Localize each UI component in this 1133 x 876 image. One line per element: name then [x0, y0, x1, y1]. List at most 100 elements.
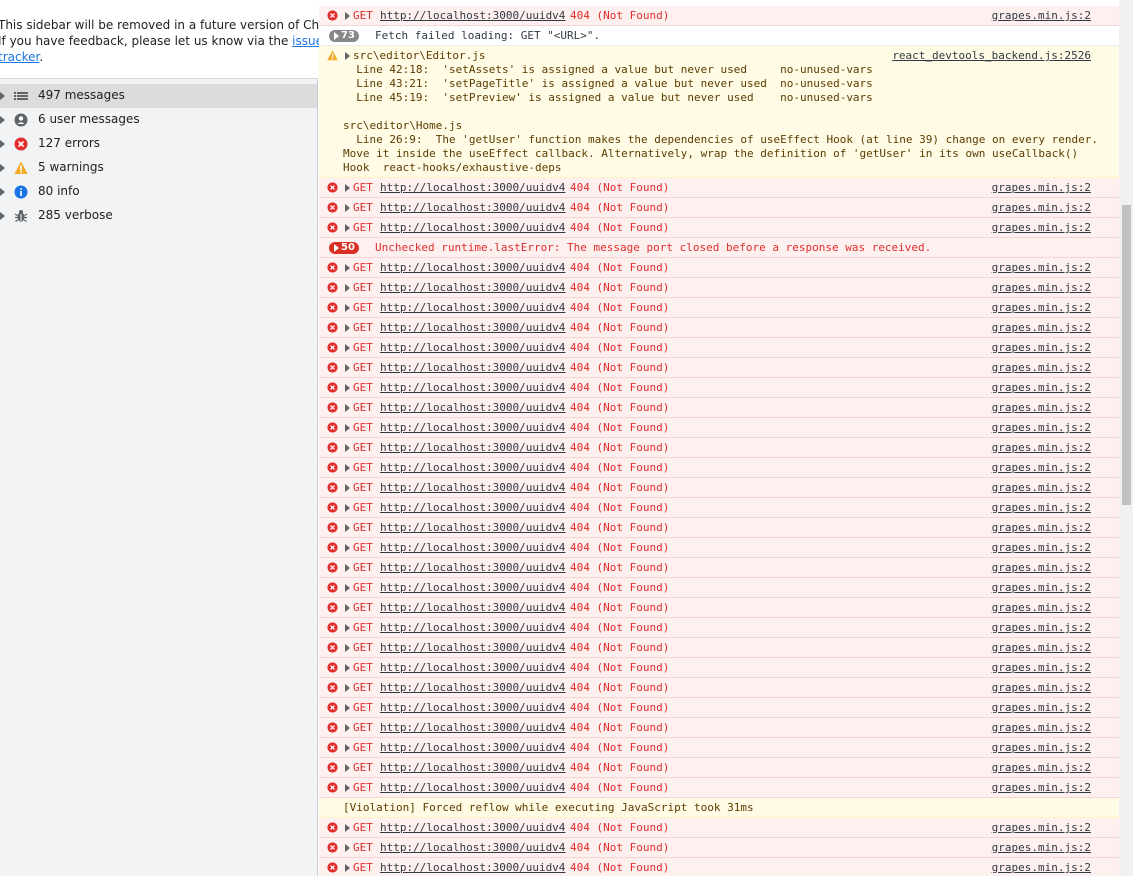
network-error-row[interactable]: GET http://localhost:3000/uuidv4 404 (Not …: [319, 618, 1119, 638]
expand-arrow-icon[interactable]: [345, 524, 350, 532]
request-url-link[interactable]: http://localhost:3000/uuidv4: [380, 361, 565, 374]
network-error-row[interactable]: GET http://localhost:3000/uuidv4 404 (Not …: [319, 358, 1119, 378]
network-error-row[interactable]: GET http://localhost:3000/uuidv4 404 (Not …: [319, 398, 1119, 418]
source-link[interactable]: grapes.min.js:2: [992, 861, 1091, 874]
network-error-row[interactable]: GET http://localhost:3000/uuidv4 404 (Not …: [319, 378, 1119, 398]
network-error-row[interactable]: GET http://localhost:3000/uuidv4 404 (Not …: [319, 638, 1119, 658]
source-link[interactable]: grapes.min.js:2: [992, 521, 1091, 534]
expand-arrow-icon[interactable]: [0, 116, 5, 124]
expand-arrow-icon[interactable]: [345, 284, 350, 292]
request-url-link[interactable]: http://localhost:3000/uuidv4: [380, 501, 565, 514]
request-url-link[interactable]: http://localhost:3000/uuidv4: [380, 401, 565, 414]
source-link[interactable]: grapes.min.js:2: [992, 601, 1091, 614]
source-link[interactable]: grapes.min.js:2: [992, 701, 1091, 714]
source-link[interactable]: grapes.min.js:2: [992, 681, 1091, 694]
source-link[interactable]: grapes.min.js:2: [992, 721, 1091, 734]
network-error-row[interactable]: GET http://localhost:3000/uuidv4 404 (Not …: [319, 858, 1119, 876]
expand-arrow-icon[interactable]: [0, 92, 5, 100]
network-error-row[interactable]: GET http://localhost:3000/uuidv4 404 (Not …: [319, 458, 1119, 478]
expand-arrow-icon[interactable]: [345, 584, 350, 592]
request-url-link[interactable]: http://localhost:3000/uuidv4: [380, 221, 565, 234]
request-url-link[interactable]: http://localhost:3000/uuidv4: [380, 321, 565, 334]
request-url-link[interactable]: http://localhost:3000/uuidv4: [380, 261, 565, 274]
repeat-count-badge[interactable]: 73: [329, 30, 359, 42]
network-error-row[interactable]: GET http://localhost:3000/uuidv4 404 (Not …: [319, 218, 1119, 238]
request-url-link[interactable]: http://localhost:3000/uuidv4: [380, 341, 565, 354]
request-url-link[interactable]: http://localhost:3000/uuidv4: [380, 561, 565, 574]
expand-arrow-icon[interactable]: [345, 784, 350, 792]
network-error-row[interactable]: GET http://localhost:3000/uuidv4 404 (Not …: [319, 778, 1119, 798]
network-error-row[interactable]: GET http://localhost:3000/uuidv4 404 (Not …: [319, 418, 1119, 438]
source-link[interactable]: grapes.min.js:2: [992, 641, 1091, 654]
request-url-link[interactable]: http://localhost:3000/uuidv4: [380, 641, 565, 654]
network-error-row[interactable]: GET http://localhost:3000/uuidv4 404 (Not …: [319, 578, 1119, 598]
request-url-link[interactable]: http://localhost:3000/uuidv4: [380, 201, 565, 214]
expand-arrow-icon[interactable]: [345, 484, 350, 492]
source-link[interactable]: grapes.min.js:2: [992, 821, 1091, 834]
request-url-link[interactable]: http://localhost:3000/uuidv4: [380, 481, 565, 494]
network-error-row[interactable]: GET http://localhost:3000/uuidv4 404 (Not …: [319, 278, 1119, 298]
expand-arrow-icon[interactable]: [0, 188, 5, 196]
warning-source-link[interactable]: react_devtools_backend.js:2526: [892, 49, 1091, 62]
source-link[interactable]: grapes.min.js:2: [992, 661, 1091, 674]
source-link[interactable]: grapes.min.js:2: [992, 761, 1091, 774]
network-error-row[interactable]: GET http://localhost:3000/uuidv4 404 (Not …: [319, 558, 1119, 578]
expand-arrow-icon[interactable]: [345, 324, 350, 332]
request-url-link[interactable]: http://localhost:3000/uuidv4: [380, 581, 565, 594]
network-error-row[interactable]: GET http://localhost:3000/uuidv4 404 (Not …: [319, 318, 1119, 338]
request-url-link[interactable]: http://localhost:3000/uuidv4: [380, 441, 565, 454]
source-link[interactable]: grapes.min.js:2: [992, 501, 1091, 514]
network-error-row[interactable]: GET http://localhost:3000/uuidv4 404 (Not …: [319, 258, 1119, 278]
expand-arrow-icon[interactable]: [345, 444, 350, 452]
source-link[interactable]: grapes.min.js:2: [992, 421, 1091, 434]
expand-arrow-icon[interactable]: [345, 624, 350, 632]
expand-arrow-icon[interactable]: [345, 824, 350, 832]
filter-errors[interactable]: 127 errors: [0, 132, 317, 156]
expand-arrow-icon[interactable]: [345, 544, 350, 552]
source-link[interactable]: grapes.min.js:2: [992, 741, 1091, 754]
repeat-count-badge[interactable]: 50: [329, 242, 359, 254]
source-link[interactable]: grapes.min.js:2: [992, 841, 1091, 854]
source-link[interactable]: grapes.min.js:2: [992, 781, 1091, 794]
network-error-row[interactable]: GET http://localhost:3000/uuidv4 404 (Not …: [319, 838, 1119, 858]
request-url-link[interactable]: http://localhost:3000/uuidv4: [380, 521, 565, 534]
network-error-row[interactable]: GET http://localhost:3000/uuidv4 404 (Not …: [319, 438, 1119, 458]
source-link[interactable]: grapes.min.js:2: [992, 301, 1091, 314]
eslint-warning-message[interactable]: src\editor\Editor.js react_devtools_back…: [319, 46, 1119, 178]
expand-arrow-icon[interactable]: [345, 52, 350, 60]
source-link[interactable]: grapes.min.js:2: [992, 321, 1091, 334]
expand-arrow-icon[interactable]: [345, 644, 350, 652]
request-url-link[interactable]: http://localhost:3000/uuidv4: [380, 861, 565, 874]
network-error-row[interactable]: GET http://localhost:3000/uuidv4 404 (Not …: [319, 478, 1119, 498]
expand-arrow-icon[interactable]: [345, 684, 350, 692]
request-url-link[interactable]: http://localhost:3000/uuidv4: [380, 701, 565, 714]
request-url-link[interactable]: http://localhost:3000/uuidv4: [380, 761, 565, 774]
expand-arrow-icon[interactable]: [345, 724, 350, 732]
filter-info[interactable]: 80 info: [0, 180, 317, 204]
scrollbar-thumb[interactable]: [1122, 205, 1131, 505]
console-messages[interactable]: 73 Fetch failed loading: GET "<URL>". sr…: [319, 0, 1119, 876]
tracker-link[interactable]: tracker: [0, 50, 39, 64]
network-error-row[interactable]: GET http://localhost:3000/uuidv4 404 (Not …: [319, 298, 1119, 318]
network-error-row[interactable]: GET http://localhost:3000/uuidv4 404 (Not …: [319, 338, 1119, 358]
expand-arrow-icon[interactable]: [345, 704, 350, 712]
expand-arrow-icon[interactable]: [345, 264, 350, 272]
request-url-link[interactable]: http://localhost:3000/uuidv4: [380, 181, 565, 194]
expand-arrow-icon[interactable]: [345, 504, 350, 512]
source-link[interactable]: grapes.min.js:2: [992, 561, 1091, 574]
source-link[interactable]: grapes.min.js:2: [992, 441, 1091, 454]
expand-arrow-icon[interactable]: [345, 304, 350, 312]
network-error-row[interactable]: GET http://localhost:3000/uuidv4 404 (Not …: [319, 6, 1119, 26]
request-url-link[interactable]: http://localhost:3000/uuidv4: [380, 841, 565, 854]
network-error-row[interactable]: GET http://localhost:3000/uuidv4 404 (Not …: [319, 518, 1119, 538]
request-url-link[interactable]: http://localhost:3000/uuidv4: [380, 601, 565, 614]
expand-arrow-icon[interactable]: [0, 140, 5, 148]
expand-arrow-icon[interactable]: [345, 744, 350, 752]
network-error-row[interactable]: GET http://localhost:3000/uuidv4 404 (Not …: [319, 658, 1119, 678]
request-url-link[interactable]: http://localhost:3000/uuidv4: [380, 721, 565, 734]
expand-arrow-icon[interactable]: [0, 164, 5, 172]
expand-arrow-icon[interactable]: [345, 404, 350, 412]
filter-all-messages[interactable]: 497 messages: [0, 84, 317, 108]
filter-verbose[interactable]: 285 verbose: [0, 204, 317, 228]
expand-arrow-icon[interactable]: [345, 764, 350, 772]
